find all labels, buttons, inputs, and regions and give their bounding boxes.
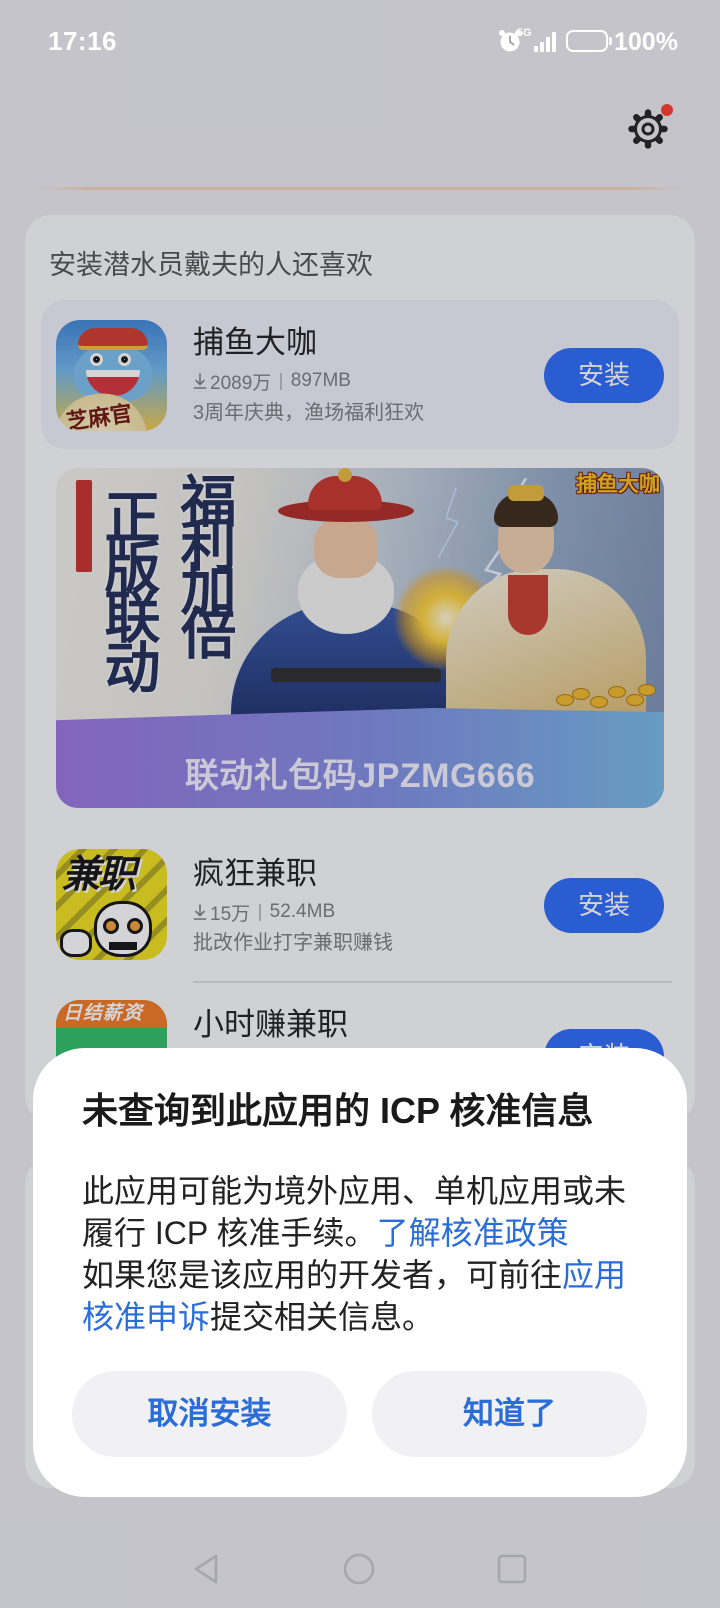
dialog-text: 此应用可能为境外应用、单机应用或未 <box>82 1173 627 1209</box>
recents-icon[interactable] <box>497 1554 527 1584</box>
got-it-button[interactable]: 知道了 <box>372 1371 647 1457</box>
dialog-body-line: 核准申诉提交相关信息。 <box>82 1296 434 1338</box>
dialog-text: 如果您是该应用的开发者，可前往 <box>82 1257 563 1293</box>
battery-percent: 100% <box>614 28 678 56</box>
policy-link[interactable]: 了解核准政策 <box>377 1215 569 1251</box>
signal-icon <box>532 30 558 52</box>
dialog-title: 未查询到此应用的 ICP 核准信息 <box>82 1090 594 1131</box>
cancel-install-button[interactable]: 取消安装 <box>72 1371 347 1457</box>
appeal-link[interactable]: 应用 <box>562 1257 626 1293</box>
dialog-text: 履行 ICP 核准手续。 <box>82 1215 377 1251</box>
back-icon[interactable] <box>190 1552 222 1586</box>
dialog-body-line: 此应用可能为境外应用、单机应用或未 <box>82 1170 626 1212</box>
status-time: 17:16 <box>48 26 117 56</box>
battery-icon <box>566 30 608 52</box>
battery-cap <box>609 37 612 45</box>
navigation-bar <box>0 1530 720 1608</box>
status-bar: 17:16 5G 100% <box>0 0 720 80</box>
dialog-body-line: 如果您是该应用的开发者，可前往应用 <box>82 1254 626 1296</box>
network-type: 5G <box>517 27 532 39</box>
home-icon[interactable] <box>342 1552 376 1586</box>
dialog-body-line: 履行 ICP 核准手续。了解核准政策 <box>82 1212 569 1254</box>
appeal-link[interactable]: 核准申诉 <box>82 1299 210 1335</box>
icp-warning-dialog: 未查询到此应用的 ICP 核准信息 此应用可能为境外应用、单机应用或未 履行 I… <box>33 1048 687 1497</box>
dialog-text: 提交相关信息。 <box>210 1299 435 1335</box>
